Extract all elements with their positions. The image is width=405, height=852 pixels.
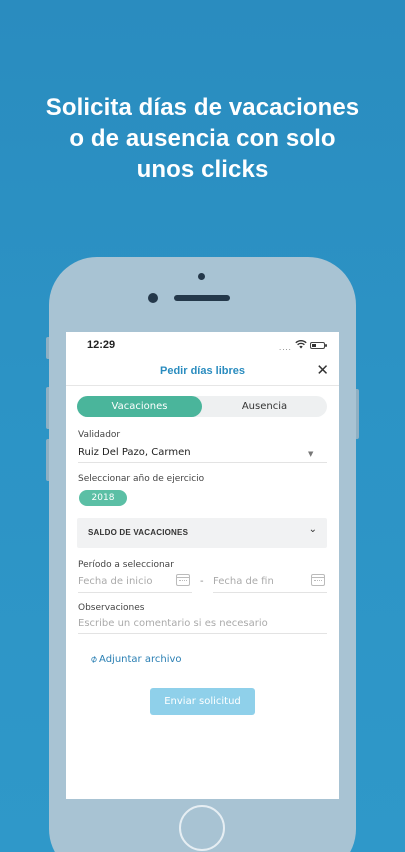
divider: [78, 633, 327, 634]
divider: [213, 592, 327, 593]
saldo-label: SALDO DE VACACIONES: [88, 528, 189, 537]
ejercicio-label: Seleccionar año de ejercicio: [78, 474, 205, 484]
promo-headline: Solicita días de vacaciones o de ausenci…: [0, 92, 405, 185]
validador-label: Validador: [78, 430, 121, 440]
observaciones-input[interactable]: Escribe un comentario si es necesario: [78, 618, 268, 629]
phone-front-camera: [148, 293, 158, 303]
phone-volume-button: [46, 439, 49, 481]
headline-line-3: unos clicks: [136, 156, 269, 183]
nav-bar: Pedir días libres ✕: [66, 358, 339, 386]
attach-file-link[interactable]: ⌀Adjuntar archivo: [88, 653, 182, 666]
signal-icon: ····: [279, 346, 292, 354]
tab-vacaciones[interactable]: Vacaciones: [77, 396, 202, 417]
caret-down-icon[interactable]: ▼: [308, 450, 313, 458]
calendar-icon[interactable]: [311, 574, 325, 586]
year-chip[interactable]: 2018: [79, 490, 127, 506]
page-title: Pedir días libres: [160, 365, 245, 377]
divider: [78, 592, 192, 593]
app-screen: 12:29 ···· Pedir días libres ✕ Vacacione…: [66, 332, 339, 799]
headline-line-1: Solicita días de vacaciones: [45, 94, 360, 121]
end-date-field[interactable]: Fecha de fin: [213, 576, 274, 587]
divider: [78, 462, 327, 463]
phone-power-button: [356, 389, 359, 439]
promo-background: Solicita días de vacaciones o de ausenci…: [0, 0, 405, 852]
home-button: [179, 805, 225, 851]
attach-label: Adjuntar archivo: [99, 654, 182, 665]
validador-select[interactable]: Ruiz Del Pazo, Carmen: [78, 447, 191, 458]
status-bar: 12:29 ····: [66, 332, 339, 358]
periodo-label: Período a seleccionar: [78, 560, 174, 570]
status-time: 12:29: [87, 339, 116, 351]
send-request-button[interactable]: Enviar solicitud: [150, 688, 255, 715]
battery-icon: [310, 342, 327, 349]
start-date-field[interactable]: Fecha de inicio: [78, 576, 152, 587]
wifi-icon: [295, 340, 307, 349]
close-icon[interactable]: ✕: [316, 362, 329, 378]
type-segmented-control: Vacaciones Ausencia: [77, 396, 327, 417]
phone-speaker: [174, 295, 230, 301]
phone-sensor: [198, 273, 205, 280]
tab-ausencia[interactable]: Ausencia: [202, 396, 327, 417]
observaciones-label: Observaciones: [78, 603, 145, 613]
paperclip-icon: ⌀: [88, 653, 100, 666]
chevron-down-icon: ⌄: [308, 524, 317, 535]
date-separator: -: [200, 576, 204, 587]
calendar-icon[interactable]: [176, 574, 190, 586]
saldo-vacaciones-dropdown[interactable]: SALDO DE VACACIONES ⌄: [77, 518, 327, 548]
phone-mockup: 12:29 ···· Pedir días libres ✕ Vacacione…: [46, 257, 359, 852]
headline-line-2: o de ausencia con solo: [69, 125, 336, 152]
